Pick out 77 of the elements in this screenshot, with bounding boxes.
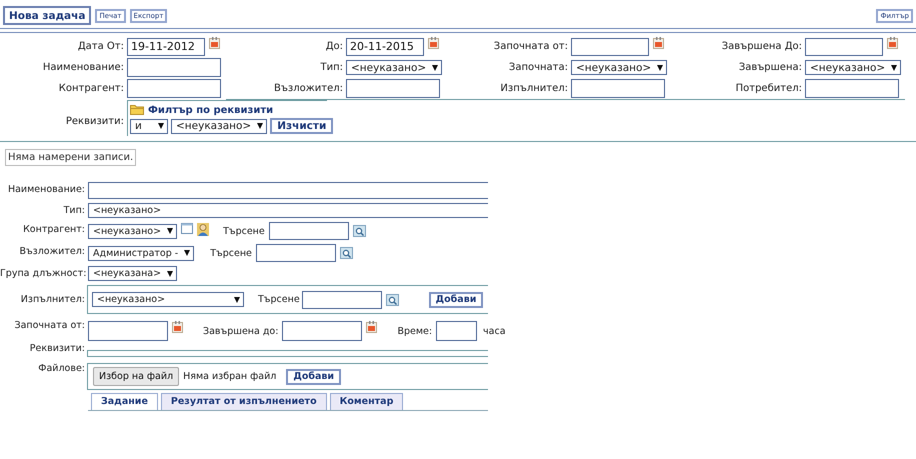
calendar-icon[interactable] (887, 37, 898, 49)
input-field[interactable] (571, 79, 665, 98)
field-label: Изпълнител: (499, 83, 569, 94)
tab[interactable]: Коментар (330, 393, 404, 410)
field-label: Изпълнител: (20, 294, 86, 305)
field-label: Завършена до: (203, 326, 278, 336)
clear-button[interactable]: Изчисти (270, 118, 334, 134)
field-label: Време: (397, 326, 432, 336)
dropdown[interactable]: и (130, 118, 168, 134)
choose-file-button[interactable]: Избор на файл (93, 367, 180, 386)
dropdown[interactable]: Администратор - (88, 246, 194, 260)
tab[interactable]: Резултат от изпълнението (160, 393, 327, 410)
date-field[interactable] (571, 38, 649, 56)
folder-icon[interactable] (130, 103, 144, 115)
field-label: Възложител: (18, 245, 86, 257)
field-label: Завършена: (738, 62, 803, 73)
field-label: До: (324, 41, 344, 52)
add-button[interactable]: Добави (428, 292, 484, 308)
search-label: Търсене (258, 294, 300, 305)
field-label: Потребител: (734, 83, 803, 94)
input-field[interactable] (127, 58, 221, 77)
field-label: Наименование: (42, 62, 125, 73)
date-field[interactable] (805, 38, 883, 56)
dropdown[interactable]: <неуказано> (805, 60, 902, 75)
calendar-icon[interactable] (366, 321, 378, 333)
date-field[interactable] (88, 321, 168, 341)
search-field[interactable] (256, 244, 336, 262)
search-field[interactable] (268, 222, 349, 240)
field-label: Започната: (508, 62, 569, 73)
field-label: Тип: (319, 62, 344, 73)
input-field[interactable] (88, 182, 488, 199)
calendar-icon[interactable] (172, 321, 183, 333)
new-task-button[interactable]: Нова задача (3, 6, 92, 25)
dropdown[interactable]: <неуказано> (171, 118, 268, 134)
input-field[interactable] (127, 79, 221, 98)
type-field[interactable]: <неуказано> (88, 203, 488, 218)
field-label: Започната от: (492, 41, 569, 52)
calendar-icon[interactable] (209, 37, 220, 49)
status-message: Няма намерени записи. (5, 149, 136, 166)
field-label: Файлове: (37, 362, 86, 374)
time-field[interactable] (436, 321, 478, 341)
search-label: Търсене (210, 248, 252, 258)
dropdown[interactable]: <неуказано> (88, 224, 178, 238)
field-label: Завършена До: (720, 41, 803, 52)
search-label: Търсене (223, 226, 265, 236)
input-field[interactable] (346, 79, 440, 98)
field-label: Контрагент: (58, 83, 125, 94)
input-field[interactable] (805, 79, 899, 98)
field-label: Реквизити: (64, 115, 125, 127)
field-label: Възложител: (273, 83, 344, 94)
dropdown[interactable]: <неуказано> (571, 60, 668, 75)
dropdown[interactable]: <неуказано> (346, 60, 442, 75)
dropdown[interactable]: <неуказана> (88, 266, 178, 281)
field-label: Тип: (62, 204, 86, 216)
file-status: Няма избран файл (183, 371, 276, 382)
filter-link[interactable]: Филтър по реквизити (148, 104, 274, 116)
unit-label: часа (483, 326, 506, 336)
date-field[interactable]: 20-11-2015 (346, 38, 424, 56)
calendar-icon[interactable] (428, 37, 439, 49)
dropdown[interactable]: <неуказано> (92, 292, 244, 307)
field-label: Група длъжност: (0, 267, 88, 279)
date-field[interactable]: 19-11-2012 (127, 38, 205, 56)
field-label: Реквизити: (28, 343, 86, 354)
search-icon[interactable] (352, 225, 366, 237)
search-icon[interactable] (386, 294, 399, 306)
search-icon[interactable] (340, 247, 353, 259)
person-icon[interactable] (197, 223, 210, 236)
field-label: Започната от: (13, 319, 86, 331)
tab[interactable]: Задание (91, 393, 158, 410)
date-field[interactable] (282, 321, 362, 341)
field-label: Контрагент: (22, 223, 86, 235)
field-label: Наименование: (6, 183, 86, 195)
field-label: Дата От: (76, 41, 125, 52)
calendar-icon[interactable] (653, 37, 664, 49)
window-icon[interactable] (181, 223, 194, 234)
add-button[interactable]: Добави (286, 368, 342, 384)
search-field[interactable] (302, 290, 382, 308)
